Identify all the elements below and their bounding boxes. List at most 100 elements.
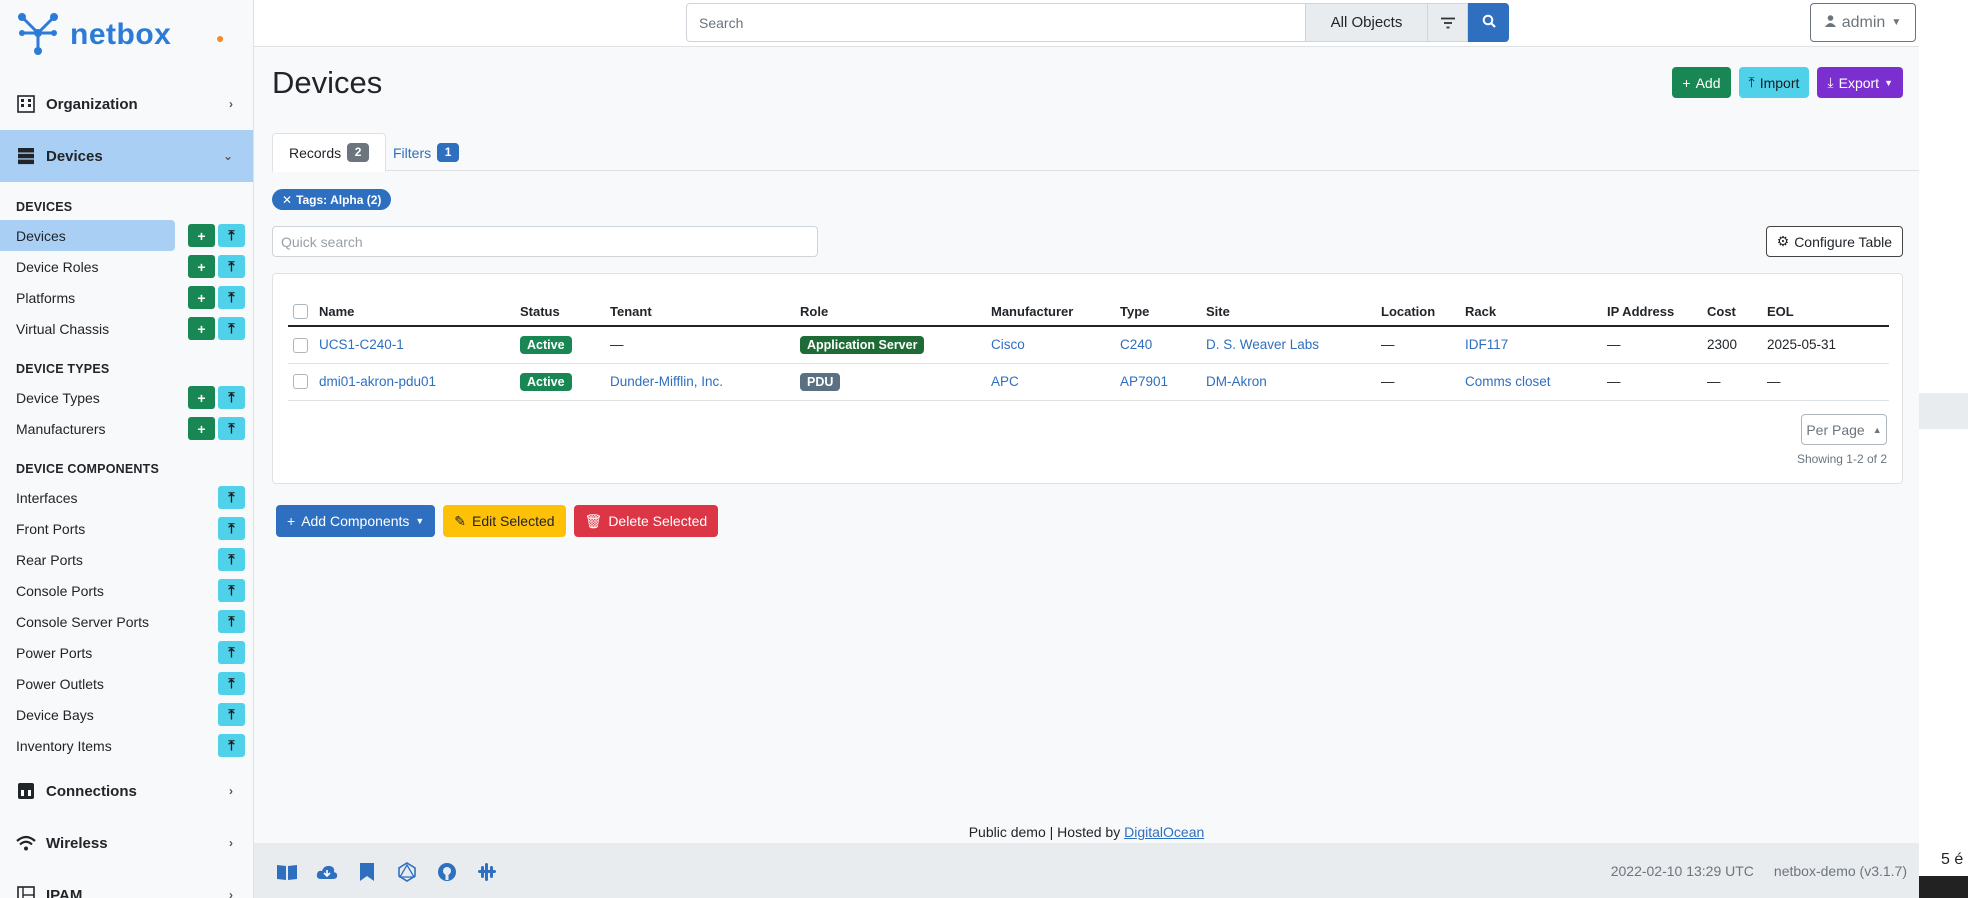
- add-manufacturer-button[interactable]: +: [188, 417, 215, 440]
- cost-cell: —: [1702, 363, 1762, 401]
- search-scope-select[interactable]: All Objects: [1306, 3, 1428, 42]
- sidebar-item-platforms[interactable]: Platforms + ⤒: [0, 282, 253, 313]
- menu-group-ipam[interactable]: IPAM ›: [0, 869, 253, 898]
- device-name-link[interactable]: UCS1-C240-1: [319, 337, 404, 352]
- github-icon[interactable]: [436, 861, 458, 883]
- import-device-button[interactable]: ⤒: [218, 224, 245, 247]
- import-power-ports-button[interactable]: ⤒: [218, 641, 245, 664]
- add-device-role-button[interactable]: +: [188, 255, 215, 278]
- add-device-type-button[interactable]: +: [188, 386, 215, 409]
- configure-table-button[interactable]: ⚙ Configure Table: [1765, 226, 1903, 257]
- site-link[interactable]: D. S. Weaver Labs: [1206, 337, 1319, 352]
- column-header-tenant[interactable]: Tenant: [605, 286, 795, 327]
- import-device-role-button[interactable]: ⤒: [218, 255, 245, 278]
- column-header-cost[interactable]: Cost: [1702, 286, 1762, 327]
- column-header-name[interactable]: Name: [314, 286, 515, 327]
- import-front-ports-button[interactable]: ⤒: [218, 517, 245, 540]
- search-button[interactable]: [1468, 3, 1509, 42]
- sidebar-item-interfaces[interactable]: Interfaces ⤒: [0, 482, 253, 513]
- menu-group-organization[interactable]: Organization ›: [0, 78, 253, 130]
- add-virtual-chassis-button[interactable]: +: [188, 317, 215, 340]
- quick-search-input[interactable]: Quick search: [272, 226, 818, 257]
- digitalocean-link[interactable]: DigitalOcean: [1124, 824, 1204, 840]
- add-components-button[interactable]: + Add Components ▼: [276, 505, 436, 537]
- import-device-type-button[interactable]: ⤒: [218, 386, 245, 409]
- menu-group-label: Devices: [46, 147, 103, 165]
- sidebar-item-power-ports[interactable]: Power Ports ⤒: [0, 637, 253, 668]
- import-device-bays-button[interactable]: ⤒: [218, 703, 245, 726]
- global-search: Search All Objects: [686, 3, 1509, 42]
- rack-link[interactable]: IDF117: [1465, 337, 1508, 352]
- import-platform-button[interactable]: ⤒: [218, 286, 245, 309]
- tenant-link[interactable]: Dunder-Mifflin, Inc.: [610, 374, 723, 389]
- export-button[interactable]: ⤓ Export ▼: [1817, 67, 1903, 98]
- menu-group-connections[interactable]: Connections ›: [0, 765, 253, 817]
- active-filter-pill[interactable]: ✕ Tags: Alpha (2): [272, 189, 392, 210]
- sidebar-item-device-types[interactable]: Device Types + ⤒: [0, 382, 253, 413]
- site-link[interactable]: DM-Akron: [1206, 374, 1267, 389]
- sidebar-item-virtual-chassis[interactable]: Virtual Chassis + ⤒: [0, 313, 253, 344]
- user-menu-button[interactable]: admin ▼: [1810, 3, 1916, 42]
- column-header-eol[interactable]: EOL: [1762, 286, 1889, 327]
- sidebar-item-device-bays[interactable]: Device Bays ⤒: [0, 699, 253, 730]
- column-header-site[interactable]: Site: [1201, 286, 1376, 327]
- device-name-link[interactable]: dmi01-akron-pdu01: [319, 374, 436, 389]
- rack-link[interactable]: Comms closet: [1465, 374, 1551, 389]
- menu-group-wireless[interactable]: Wireless ›: [0, 817, 253, 869]
- import-inventory-items-button[interactable]: ⤒: [218, 734, 245, 757]
- close-icon[interactable]: ✕: [282, 193, 292, 207]
- import-manufacturer-button[interactable]: ⤒: [218, 417, 245, 440]
- sidebar-item-power-outlets[interactable]: Power Outlets ⤒: [0, 668, 253, 699]
- column-header-rack[interactable]: Rack: [1460, 286, 1602, 327]
- import-power-outlets-button[interactable]: ⤒: [218, 672, 245, 695]
- select-all-checkbox[interactable]: [293, 304, 308, 319]
- import-button[interactable]: ⤒ Import: [1738, 67, 1810, 98]
- sidebar-item-device-roles[interactable]: Device Roles + ⤒: [0, 251, 253, 282]
- column-header-manufacturer[interactable]: Manufacturer: [986, 286, 1115, 327]
- sidebar-item-inventory-items[interactable]: Inventory Items ⤒: [0, 730, 253, 761]
- pin-icon[interactable]: ●: [216, 30, 224, 46]
- book-icon[interactable]: [276, 861, 298, 883]
- brand[interactable]: netbox ●: [0, 0, 253, 70]
- tab-filters[interactable]: Filters 1: [377, 133, 475, 172]
- import-virtual-chassis-button[interactable]: ⤒: [218, 317, 245, 340]
- row-checkbox[interactable]: [293, 374, 308, 390]
- type-link[interactable]: AP7901: [1120, 374, 1168, 389]
- sidebar-item-manufacturers[interactable]: Manufacturers + ⤒: [0, 413, 253, 444]
- cloud-icon[interactable]: [316, 861, 338, 883]
- sidebar-item-front-ports[interactable]: Front Ports ⤒: [0, 513, 253, 544]
- edit-selected-button[interactable]: ✎ Edit Selected: [443, 505, 566, 537]
- bookmark-icon[interactable]: [356, 861, 378, 883]
- filter-icon[interactable]: [1428, 3, 1468, 42]
- per-page-dropdown[interactable]: Per Page ▲: [1801, 414, 1887, 445]
- type-link[interactable]: C240: [1120, 337, 1152, 352]
- delete-selected-label: Delete Selected: [608, 513, 708, 529]
- menu-group-devices[interactable]: Devices ⌄: [0, 130, 253, 182]
- column-header-role[interactable]: Role: [795, 286, 986, 327]
- import-rear-ports-button[interactable]: ⤒: [218, 548, 245, 571]
- graphql-icon[interactable]: [396, 861, 418, 883]
- sidebar-item-console-server-ports[interactable]: Console Server Ports ⤒: [0, 606, 253, 637]
- tab-records[interactable]: Records 2: [272, 133, 387, 172]
- manufacturer-link[interactable]: APC: [991, 374, 1019, 389]
- chevron-right-icon: ›: [229, 888, 233, 898]
- column-header-ip-address[interactable]: IP Address: [1602, 286, 1702, 327]
- column-header-type[interactable]: Type: [1115, 286, 1201, 327]
- row-checkbox[interactable]: [293, 337, 308, 353]
- sidebar-item-devices[interactable]: Devices + ⤒: [0, 220, 245, 251]
- sidebar-item-rear-ports[interactable]: Rear Ports ⤒: [0, 544, 253, 575]
- import-console-ports-button[interactable]: ⤒: [218, 579, 245, 602]
- slack-icon[interactable]: [476, 861, 498, 883]
- add-platform-button[interactable]: +: [188, 286, 215, 309]
- sidebar-item-console-ports[interactable]: Console Ports ⤒: [0, 575, 253, 606]
- import-console-server-ports-button[interactable]: ⤒: [218, 610, 245, 633]
- column-header-location[interactable]: Location: [1376, 286, 1460, 327]
- manufacturer-link[interactable]: Cisco: [991, 337, 1025, 352]
- column-header-status[interactable]: Status: [515, 286, 605, 327]
- import-interfaces-button[interactable]: ⤒: [218, 486, 245, 509]
- eol-cell: —: [1762, 363, 1889, 401]
- delete-selected-button[interactable]: 🗑 Delete Selected: [573, 505, 719, 537]
- add-button[interactable]: + Add: [1672, 67, 1731, 98]
- search-input[interactable]: Search: [686, 3, 1306, 42]
- add-device-button[interactable]: +: [188, 224, 215, 247]
